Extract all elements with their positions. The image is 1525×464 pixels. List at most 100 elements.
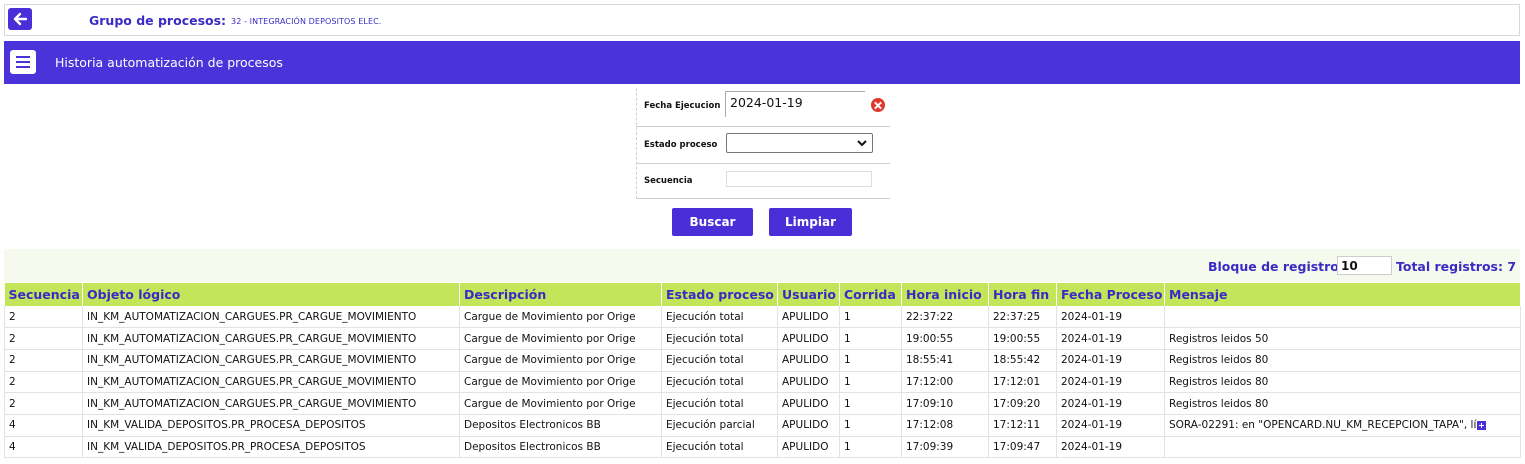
table-row[interactable]: 4 IN_KM_VALIDA_DEPOSITOS.PR_PROCESA_DEPOS… (4, 414, 1521, 437)
cell-hora-inicio-text: 17:09:39 (906, 440, 954, 453)
cell-descripcion: Cargue de Movimiento por Orige (459, 392, 662, 415)
fecha-row: Fecha Ejecucion 2024-01-19 (636, 88, 890, 127)
cell-fecha-proceso: 2024-01-19 (1056, 436, 1165, 459)
col-descripcion[interactable]: Descripción (459, 283, 662, 306)
cell-hora-fin: 18:55:42 (988, 349, 1057, 372)
cell-objeto-logico: IN_KM_AUTOMATIZACION_CARGUES.PR_CARGUE_M… (82, 371, 460, 394)
cell-secuencia: 2 (4, 392, 83, 415)
cell-mensaje-text: Registros leidos 80 (1169, 354, 1269, 367)
cell-hora-inicio: 17:09:39 (901, 436, 989, 459)
clear-icon[interactable] (871, 98, 885, 112)
expand-message-icon[interactable] (1477, 420, 1487, 430)
fecha-input[interactable]: 2024-01-19 (725, 91, 865, 117)
cell-fecha-proceso-text: 2024-01-19 (1061, 310, 1123, 323)
cell-corrida-text: 1 (844, 397, 851, 410)
cell-usuario-text: APULIDO (782, 354, 829, 367)
secuencia-row: Secuencia (636, 164, 890, 199)
estado-select[interactable] (726, 133, 873, 153)
buscar-button[interactable]: Buscar (672, 208, 753, 236)
cell-hora-fin-text: 18:55:42 (993, 354, 1041, 367)
cell-corrida-text: 1 (844, 419, 851, 432)
cell-corrida-text: 1 (844, 375, 851, 388)
history-table: Secuencia Objeto lógico Descripción Esta… (4, 283, 1521, 459)
cell-secuencia: 2 (4, 306, 83, 329)
cell-estado-proceso: Ejecución total (661, 371, 778, 394)
cell-objeto-logico-text: IN_KM_VALIDA_DEPOSITOS.PR_PROCESA_DEPOSI… (87, 440, 366, 453)
cell-usuario-text: APULIDO (782, 397, 829, 410)
col-usuario[interactable]: Usuario (777, 283, 840, 306)
cell-mensaje-text: Registros leidos 80 (1169, 375, 1269, 388)
cell-mensaje: Registros leidos 80 (1164, 392, 1521, 415)
table-row[interactable]: 2 IN_KM_AUTOMATIZACION_CARGUES.PR_CARGUE_… (4, 349, 1521, 372)
page-title: Historia automatización de procesos (55, 55, 283, 70)
cell-usuario-text: APULIDO (782, 310, 829, 323)
table-row[interactable]: 2 IN_KM_AUTOMATIZACION_CARGUES.PR_CARGUE_… (4, 392, 1521, 415)
cell-descripcion: Depositos Electronicos BB (459, 414, 662, 437)
cell-mensaje: Registros leidos 80 (1164, 349, 1521, 372)
cell-corrida: 1 (839, 306, 902, 329)
group-value: 32 - INTEGRACIÓN DEPOSITOS ELEC. (231, 17, 382, 26)
cell-objeto-logico: IN_KM_AUTOMATIZACION_CARGUES.PR_CARGUE_M… (82, 392, 460, 415)
cell-descripcion-text: Cargue de Movimiento por Orige (464, 397, 636, 410)
secuencia-label: Secuencia (644, 176, 693, 186)
cell-estado-proceso-text: Ejecución total (666, 332, 744, 345)
cell-hora-inicio: 17:12:00 (901, 371, 989, 394)
table-row[interactable]: 2 IN_KM_AUTOMATIZACION_CARGUES.PR_CARGUE_… (4, 306, 1521, 329)
col-mensaje[interactable]: Mensaje (1164, 283, 1521, 306)
secuencia-input[interactable] (726, 171, 872, 187)
cell-hora-fin-text: 17:09:47 (993, 440, 1041, 453)
col-estado-proceso[interactable]: Estado proceso (661, 283, 778, 306)
cell-hora-fin-text: 17:12:11 (993, 419, 1041, 432)
cell-corrida-text: 1 (844, 332, 851, 345)
cell-descripcion-text: Depositos Electronicos BB (464, 440, 601, 453)
col-secuencia[interactable]: Secuencia (4, 283, 83, 306)
table-header-row: Secuencia Objeto lógico Descripción Esta… (4, 283, 1521, 306)
cell-mensaje: Registros leidos 80 (1164, 371, 1521, 394)
col-objeto-logico[interactable]: Objeto lógico (82, 283, 460, 306)
col-hora-inicio[interactable]: Hora inicio (901, 283, 989, 306)
cell-estado-proceso: Ejecución total (661, 349, 778, 372)
cell-objeto-logico-text: IN_KM_AUTOMATIZACION_CARGUES.PR_CARGUE_M… (87, 354, 417, 367)
back-button[interactable] (8, 8, 32, 30)
cell-fecha-proceso-text: 2024-01-19 (1061, 375, 1123, 388)
cell-descripcion: Depositos Electronicos BB (459, 436, 662, 459)
cell-descripcion-text: Depositos Electronicos BB (464, 419, 601, 432)
cell-estado-proceso-text: Ejecución total (666, 440, 744, 453)
col-hora-fin[interactable]: Hora fin (988, 283, 1057, 306)
col-corrida[interactable]: Corrida (839, 283, 902, 306)
table-row[interactable]: 2 IN_KM_AUTOMATIZACION_CARGUES.PR_CARGUE_… (4, 327, 1521, 350)
cell-corrida: 1 (839, 371, 902, 394)
cell-hora-inicio: 18:55:41 (901, 349, 989, 372)
cell-secuencia-text: 2 (9, 310, 16, 323)
cell-corrida: 1 (839, 349, 902, 372)
group-bar: Grupo de procesos: 32 - INTEGRACIÓN DEPO… (4, 4, 1520, 36)
cell-secuencia-text: 2 (9, 375, 16, 388)
cell-hora-fin-text: 17:09:20 (993, 397, 1041, 410)
cell-secuencia: 2 (4, 371, 83, 394)
cell-fecha-proceso: 2024-01-19 (1056, 349, 1165, 372)
cell-descripcion: Cargue de Movimiento por Orige (459, 306, 662, 329)
cell-hora-fin: 17:12:01 (988, 371, 1057, 394)
col-fecha-proceso[interactable]: Fecha Proceso (1056, 283, 1165, 306)
cell-hora-inicio: 19:00:55 (901, 327, 989, 350)
cell-corrida-text: 1 (844, 310, 851, 323)
cell-hora-inicio-text: 17:12:08 (906, 419, 954, 432)
table-row[interactable]: 2 IN_KM_AUTOMATIZACION_CARGUES.PR_CARGUE_… (4, 371, 1521, 394)
cell-hora-fin-text: 19:00:55 (993, 332, 1041, 345)
table-row[interactable]: 4 IN_KM_VALIDA_DEPOSITOS.PR_PROCESA_DEPOS… (4, 436, 1521, 459)
cell-estado-proceso-text: Ejecución total (666, 375, 744, 388)
limpiar-button[interactable]: Limpiar (769, 208, 852, 236)
cell-secuencia: 4 (4, 414, 83, 437)
cell-fecha-proceso: 2024-01-19 (1056, 327, 1165, 350)
cell-hora-fin: 17:09:47 (988, 436, 1057, 459)
cell-descripcion: Cargue de Movimiento por Orige (459, 327, 662, 350)
filter-form: Fecha Ejecucion 2024-01-19 Estado proces… (636, 88, 890, 199)
cell-usuario: APULIDO (777, 371, 840, 394)
cell-hora-inicio: 17:09:10 (901, 392, 989, 415)
bloque-input[interactable]: 10 (1337, 256, 1392, 275)
cell-usuario-text: APULIDO (782, 375, 829, 388)
cell-estado-proceso-text: Ejecución total (666, 310, 744, 323)
cell-objeto-logico-text: IN_KM_AUTOMATIZACION_CARGUES.PR_CARGUE_M… (87, 332, 417, 345)
cell-usuario-text: APULIDO (782, 332, 829, 345)
cell-descripcion-text: Cargue de Movimiento por Orige (464, 332, 636, 345)
